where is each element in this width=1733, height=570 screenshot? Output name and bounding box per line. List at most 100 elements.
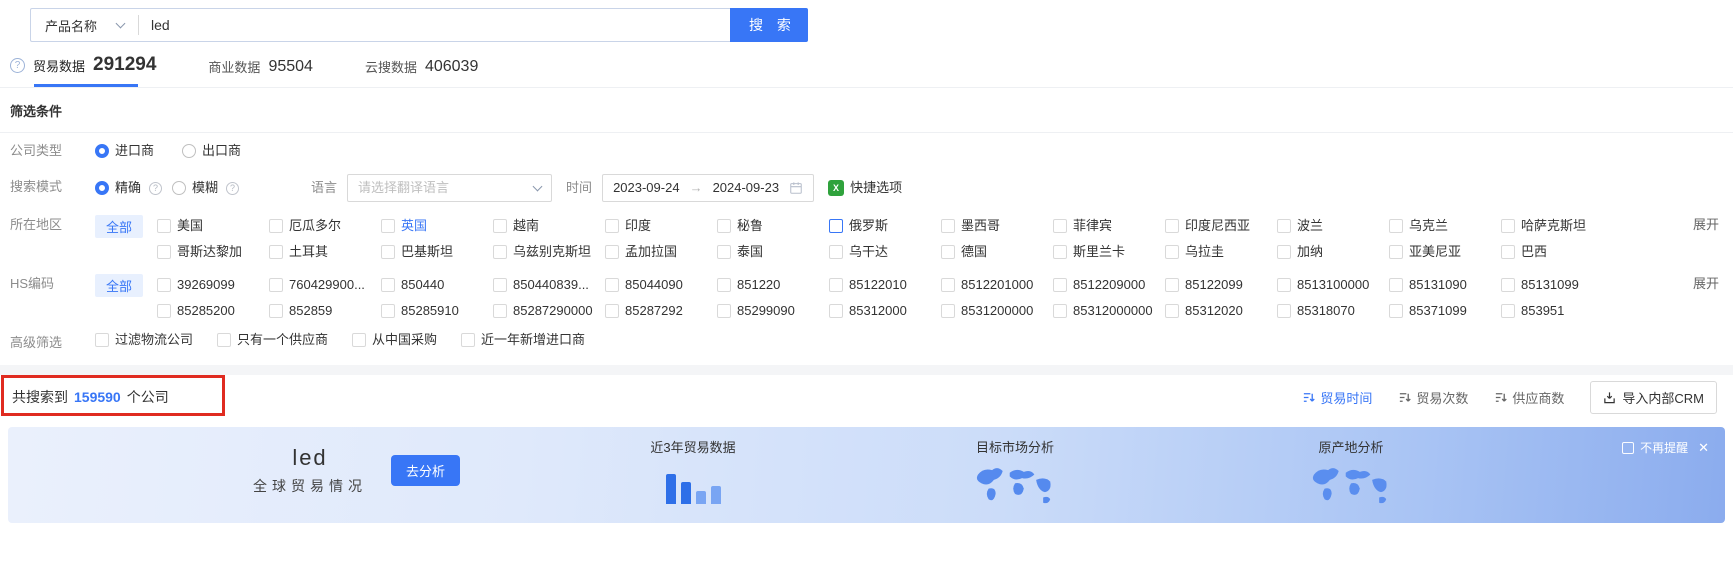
region-option[interactable]: 乌拉圭: [1165, 242, 1277, 261]
region-option[interactable]: 亚美尼亚: [1389, 242, 1501, 261]
region-option[interactable]: 乌干达: [829, 242, 941, 261]
hs-option[interactable]: 851220: [717, 275, 829, 294]
region-option[interactable]: 印度尼西亚: [1165, 216, 1277, 235]
region-option[interactable]: 英国: [381, 216, 493, 235]
hs-expand-link[interactable]: 展开: [1693, 271, 1723, 297]
analyze-button[interactable]: 去分析: [391, 455, 461, 486]
region-option[interactable]: 厄瓜多尔: [269, 216, 381, 235]
checkbox-icon[interactable]: [605, 244, 620, 259]
importer-radio[interactable]: 进口商: [95, 138, 154, 164]
region-option[interactable]: 哥斯达黎加: [157, 242, 269, 261]
checkbox-icon[interactable]: [1053, 244, 1068, 259]
checkbox-icon[interactable]: [1501, 303, 1516, 318]
exact-radio[interactable]: 精确?: [95, 175, 163, 201]
sort-supplier-count[interactable]: 供应商数: [1494, 388, 1564, 407]
exporter-radio[interactable]: 出口商: [182, 138, 241, 164]
info-icon[interactable]: ?: [226, 181, 240, 195]
hs-option[interactable]: 853951: [1501, 301, 1613, 320]
checkbox-icon[interactable]: [1389, 218, 1404, 233]
checkbox-icon[interactable]: [1277, 244, 1292, 259]
checkbox-icon[interactable]: [1165, 303, 1180, 318]
checkbox-icon[interactable]: [381, 303, 396, 318]
hs-option[interactable]: 85285910: [381, 301, 493, 320]
hs-option[interactable]: 85312000000: [1053, 301, 1165, 320]
checkbox-icon[interactable]: [1389, 303, 1404, 318]
checkbox-icon[interactable]: [381, 277, 396, 292]
checkbox-icon[interactable]: [1165, 277, 1180, 292]
region-option[interactable]: 越南: [493, 216, 605, 235]
hs-option[interactable]: 85312000: [829, 301, 941, 320]
checkbox-icon[interactable]: [1165, 244, 1180, 259]
tab-trade-data[interactable]: ? 贸易数据 291294: [10, 54, 156, 87]
checkbox-icon[interactable]: [941, 244, 956, 259]
sort-trade-count[interactable]: 贸易次数: [1398, 388, 1468, 407]
checkbox-icon[interactable]: [1053, 277, 1068, 292]
checkbox-icon[interactable]: [1165, 218, 1180, 233]
advanced-option[interactable]: 从中国采购: [352, 330, 437, 349]
checkbox-icon[interactable]: [1277, 303, 1292, 318]
region-option[interactable]: 哈萨克斯坦: [1501, 216, 1613, 235]
checkbox-icon[interactable]: [717, 277, 732, 292]
hs-option[interactable]: 85318070: [1277, 301, 1389, 320]
hs-all-badge[interactable]: 全部: [95, 274, 144, 297]
region-option[interactable]: 巴基斯坦: [381, 242, 493, 261]
checkbox-icon[interactable]: [157, 244, 172, 259]
checkbox-icon[interactable]: [493, 244, 508, 259]
checkbox-icon[interactable]: [461, 332, 476, 347]
region-option[interactable]: 德国: [941, 242, 1053, 261]
checkbox-icon[interactable]: [605, 303, 620, 318]
region-option[interactable]: 巴西: [1501, 242, 1613, 261]
hs-option[interactable]: 85299090: [717, 301, 829, 320]
hs-option[interactable]: 85131090: [1389, 275, 1501, 294]
search-button[interactable]: 搜 索: [730, 8, 808, 42]
tab-business-data[interactable]: 商业数据 95504: [208, 57, 313, 87]
close-icon[interactable]: ✕: [1698, 440, 1709, 456]
checkbox-icon[interactable]: [829, 244, 844, 259]
checkbox-icon[interactable]: [269, 244, 284, 259]
checkbox-icon[interactable]: [493, 218, 508, 233]
language-select[interactable]: 请选择翻译语言: [347, 174, 553, 202]
checkbox-icon[interactable]: [1277, 277, 1292, 292]
search-input[interactable]: [151, 17, 730, 33]
checkbox-icon[interactable]: [269, 277, 284, 292]
region-option[interactable]: 土耳其: [269, 242, 381, 261]
region-option[interactable]: 印度: [605, 216, 717, 235]
checkbox-icon[interactable]: [95, 332, 109, 347]
checkbox-icon[interactable]: [493, 277, 508, 292]
checkbox-icon[interactable]: [829, 277, 844, 292]
advanced-option[interactable]: 过滤物流公司: [95, 330, 193, 349]
checkbox-icon[interactable]: [1053, 218, 1068, 233]
tab-cloud-data[interactable]: 云搜数据 406039: [365, 57, 478, 87]
checkbox-icon[interactable]: [717, 218, 732, 233]
hs-option[interactable]: 8513100000: [1277, 275, 1389, 294]
checkbox-icon[interactable]: [717, 303, 732, 318]
hs-option[interactable]: 850440: [381, 275, 493, 294]
checkbox-icon[interactable]: [1277, 218, 1292, 233]
region-option[interactable]: 乌兹别克斯坦: [493, 242, 605, 261]
checkbox-icon[interactable]: [1389, 277, 1404, 292]
checkbox-icon[interactable]: [941, 303, 956, 318]
hs-option[interactable]: 85287290000: [493, 301, 605, 320]
region-option[interactable]: 秘鲁: [717, 216, 829, 235]
region-option[interactable]: 俄罗斯: [829, 216, 941, 235]
hs-option[interactable]: 852859: [269, 301, 381, 320]
dismiss-control[interactable]: 不再提醒 ✕: [1622, 439, 1709, 456]
hs-option[interactable]: 8512209000: [1053, 275, 1165, 294]
checkbox-icon[interactable]: [605, 277, 620, 292]
checkbox-icon[interactable]: [381, 218, 396, 233]
hs-option[interactable]: 760429900...: [269, 275, 381, 294]
hs-option[interactable]: 85312020: [1165, 301, 1277, 320]
checkbox-icon[interactable]: [157, 303, 172, 318]
region-option[interactable]: 孟加拉国: [605, 242, 717, 261]
checkbox-icon[interactable]: [157, 277, 172, 292]
checkbox-icon[interactable]: [1501, 244, 1516, 259]
checkbox-icon[interactable]: [352, 332, 367, 347]
hs-option[interactable]: 85371099: [1389, 301, 1501, 320]
sort-trade-time[interactable]: 贸易时间: [1302, 388, 1372, 407]
checkbox-icon[interactable]: [605, 218, 620, 233]
region-option[interactable]: 菲律宾: [1053, 216, 1165, 235]
results-count[interactable]: 159590: [74, 389, 121, 405]
checkbox-icon[interactable]: [381, 244, 396, 259]
hs-option[interactable]: 85131099: [1501, 275, 1613, 294]
region-option[interactable]: 美国: [157, 216, 269, 235]
